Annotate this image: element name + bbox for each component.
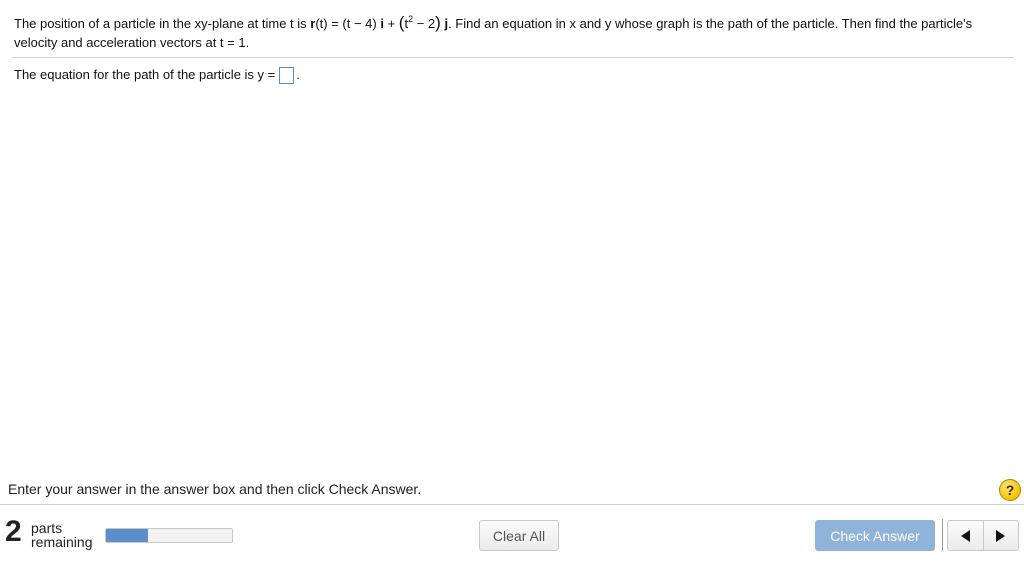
- question-icon[interactable]: ?: [999, 479, 1021, 501]
- plus-sign: +: [383, 16, 399, 31]
- minus-two: − 2: [413, 16, 436, 31]
- clear-all-button[interactable]: Clear All: [479, 520, 559, 551]
- parts-label-line1: parts: [31, 520, 63, 536]
- answer-line: The equation for the path of the particl…: [14, 66, 300, 84]
- question-divider: [12, 57, 1014, 58]
- r-arguments: (t) = (t − 4): [315, 16, 381, 31]
- instruction-text: Enter your answer in the answer box and …: [8, 481, 422, 497]
- footer-divider: [0, 504, 1024, 505]
- triangle-right-icon: [996, 529, 1006, 542]
- previous-button[interactable]: [948, 521, 983, 550]
- answer-prompt: The equation for the path of the particl…: [14, 67, 276, 82]
- help-glyph: ?: [1005, 482, 1015, 498]
- triangle-left-icon: [960, 529, 970, 542]
- progress-bar: [105, 528, 233, 543]
- button-separator: [942, 519, 943, 551]
- question-part1: The position of a particle in the xy-pla…: [14, 16, 311, 31]
- parts-label-line2: remaining: [31, 534, 93, 550]
- parts-remaining-count: 2: [5, 515, 22, 548]
- question-nav: [947, 520, 1019, 551]
- answer-trailing-period: .: [296, 67, 300, 82]
- check-answer-button[interactable]: Check Answer: [815, 520, 935, 551]
- progress-fill: [106, 529, 148, 542]
- next-button[interactable]: [982, 521, 1019, 550]
- answer-input-box[interactable]: [279, 66, 295, 84]
- question-text: The position of a particle in the xy-pla…: [14, 14, 1010, 51]
- unit-vector-j: j: [440, 16, 449, 31]
- parts-remaining-label: parts remaining: [31, 521, 92, 549]
- t-exponent: 2: [408, 14, 414, 24]
